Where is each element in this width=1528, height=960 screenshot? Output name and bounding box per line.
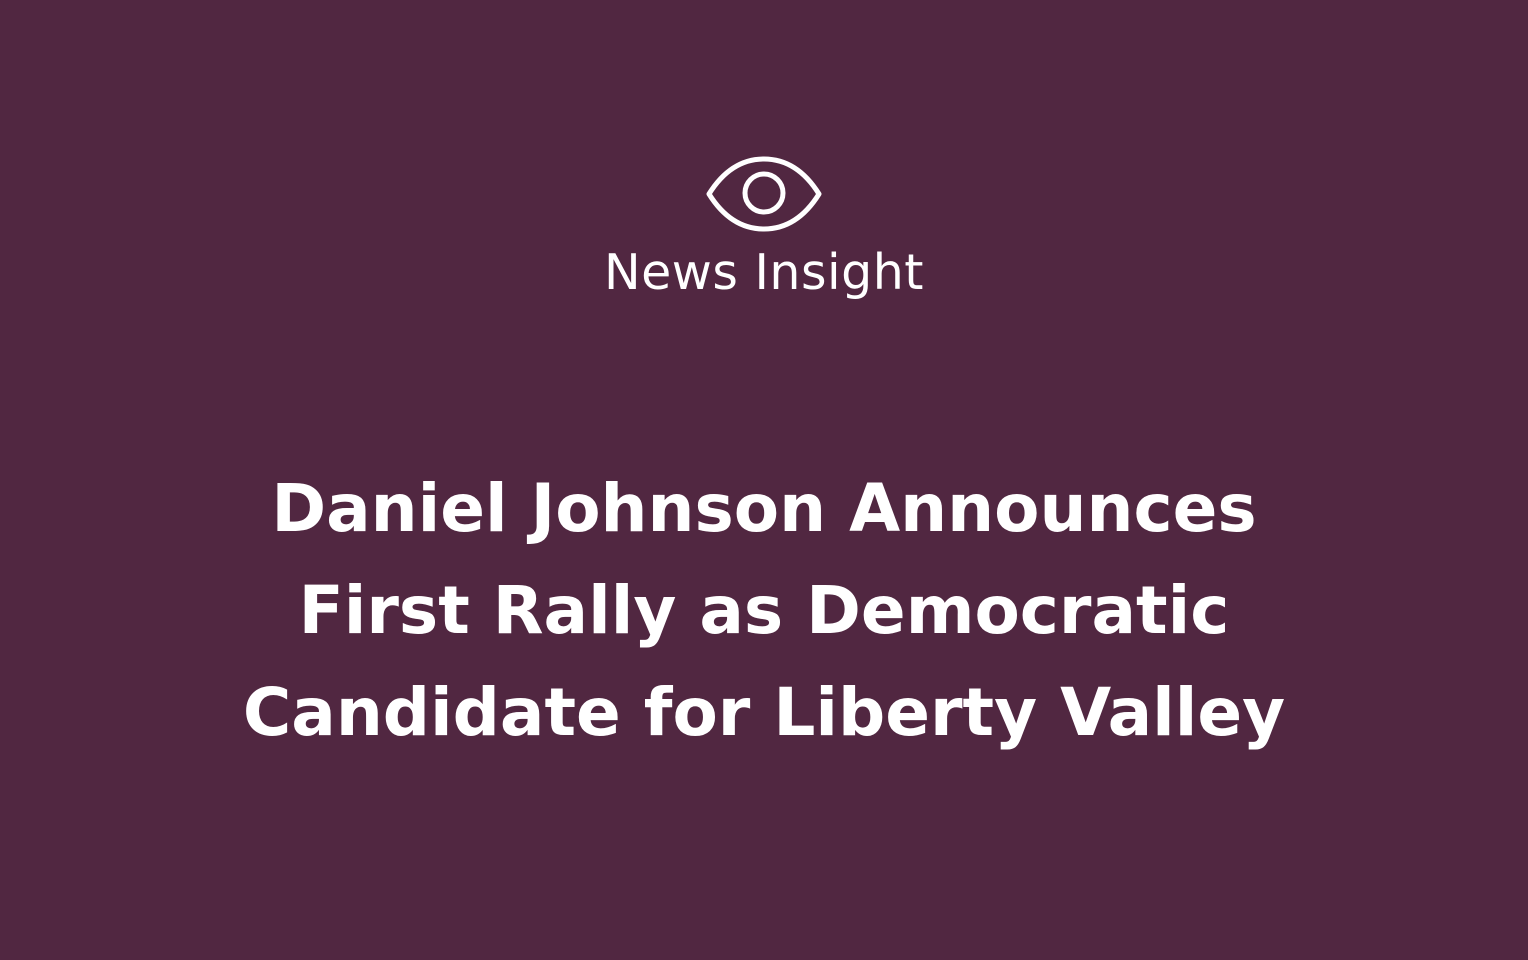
headline: Daniel Johnson Announces First Rally as … [0,458,1528,764]
brand-block: News Insight [0,156,1528,300]
headline-line-1: Daniel Johnson Announces [271,470,1257,547]
headline-line-3: Candidate for Liberty Valley [242,674,1286,751]
eye-icon [706,156,822,232]
headline-line-2: First Rally as Democratic [298,572,1230,649]
brand-name: News Insight [603,244,924,301]
